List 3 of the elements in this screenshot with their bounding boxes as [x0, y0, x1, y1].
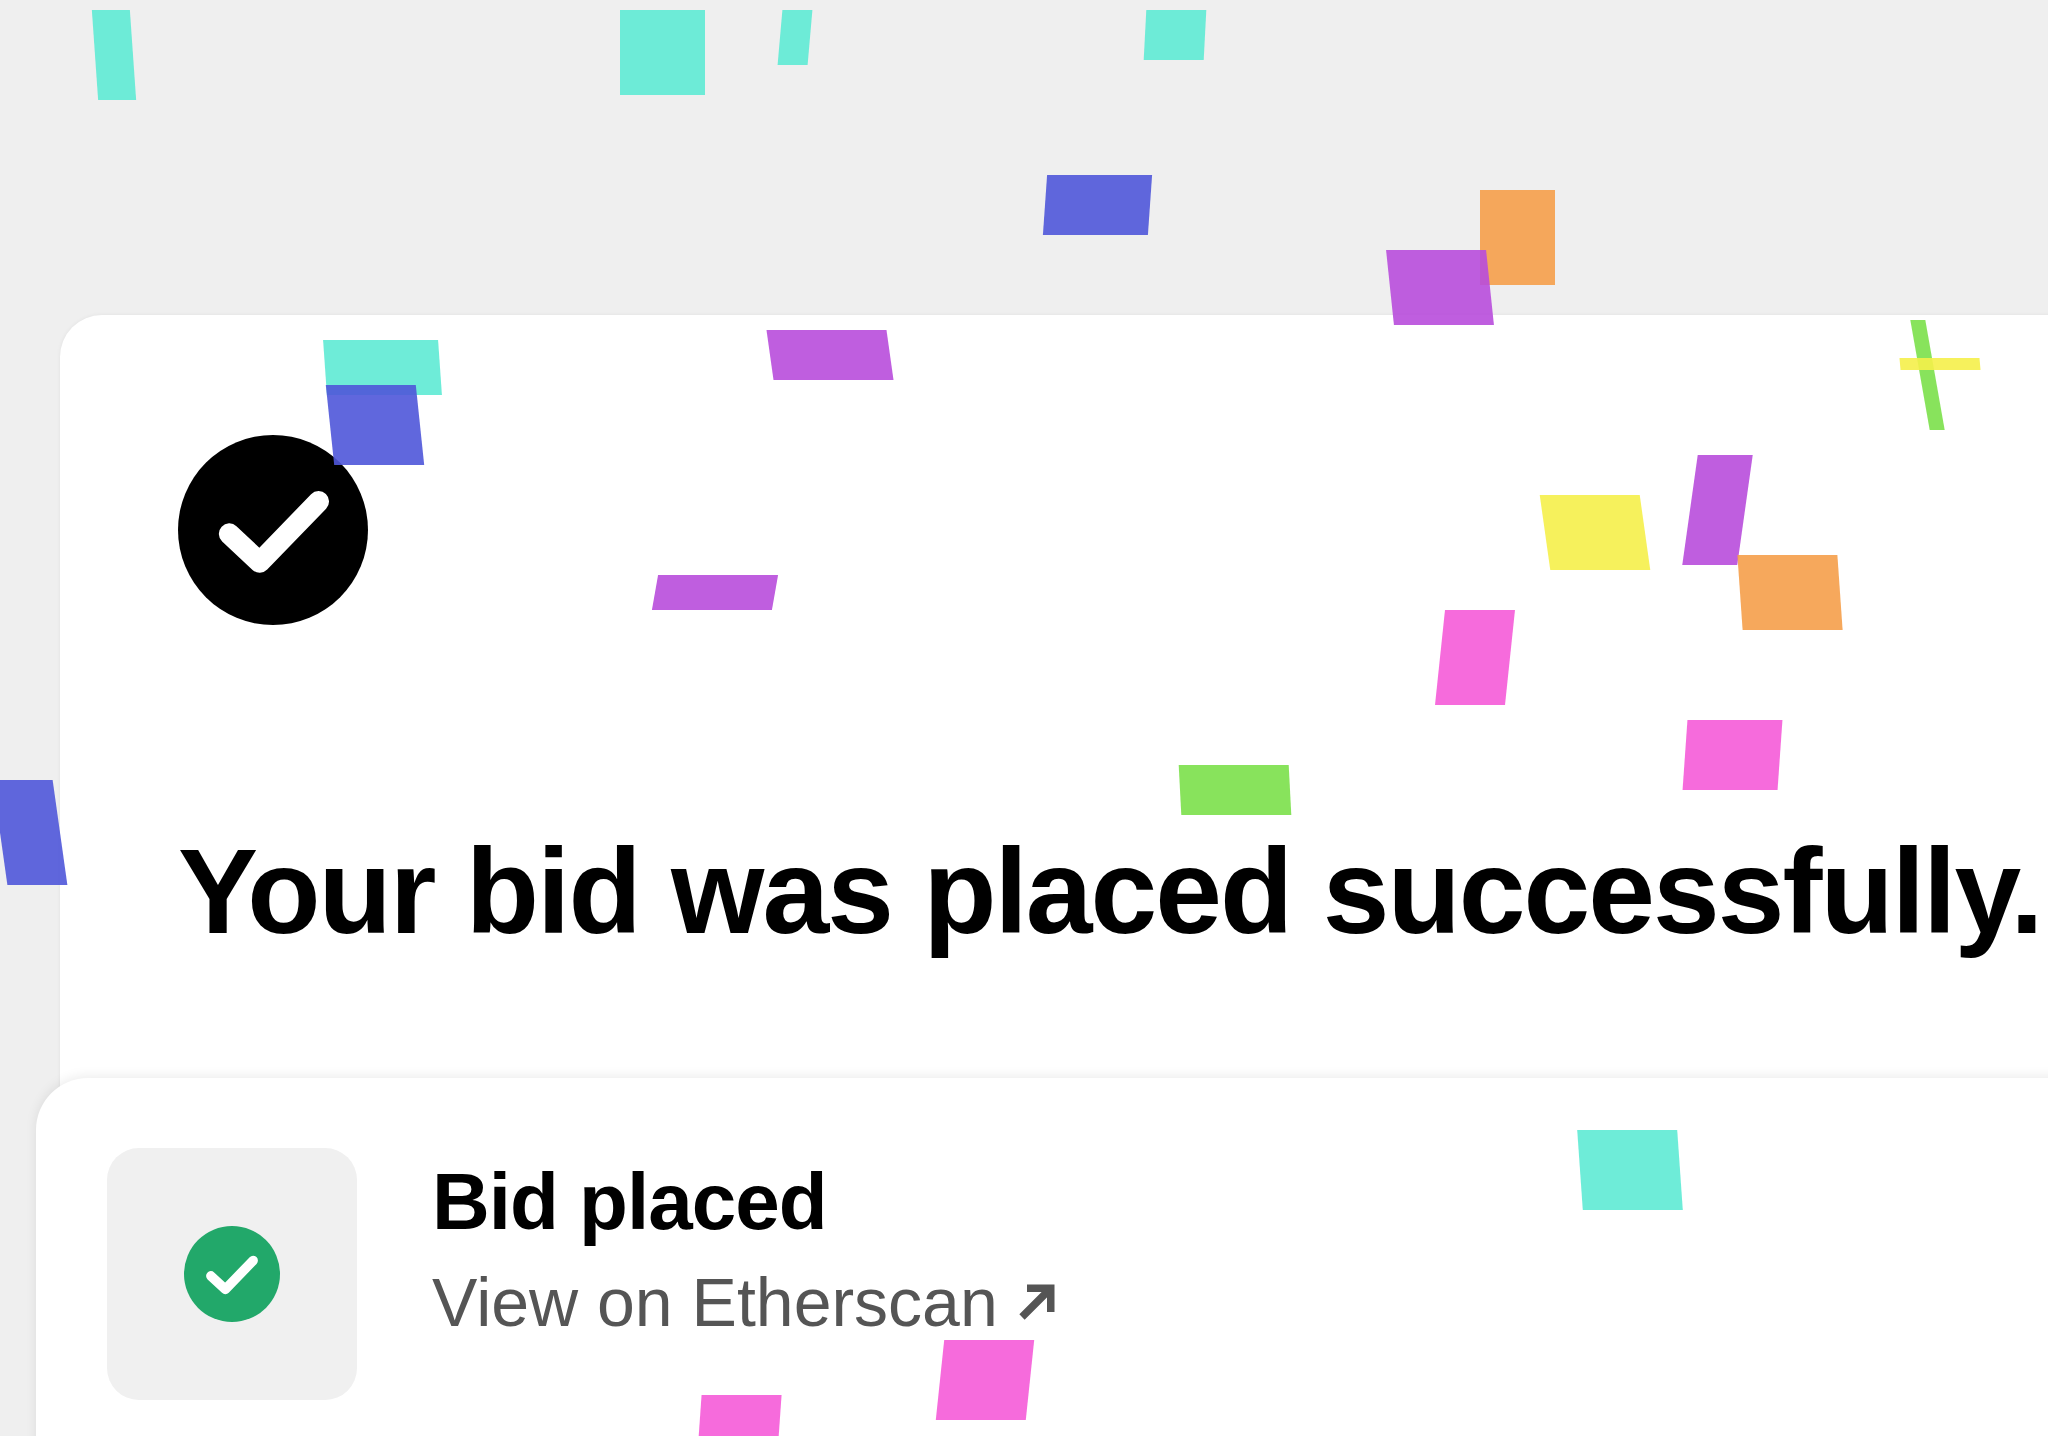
etherscan-link[interactable]: View on Etherscan	[432, 1258, 1062, 1347]
toast-title: Bid placed	[432, 1156, 828, 1248]
success-heading: Your bid was placed successfully.	[178, 825, 2043, 957]
